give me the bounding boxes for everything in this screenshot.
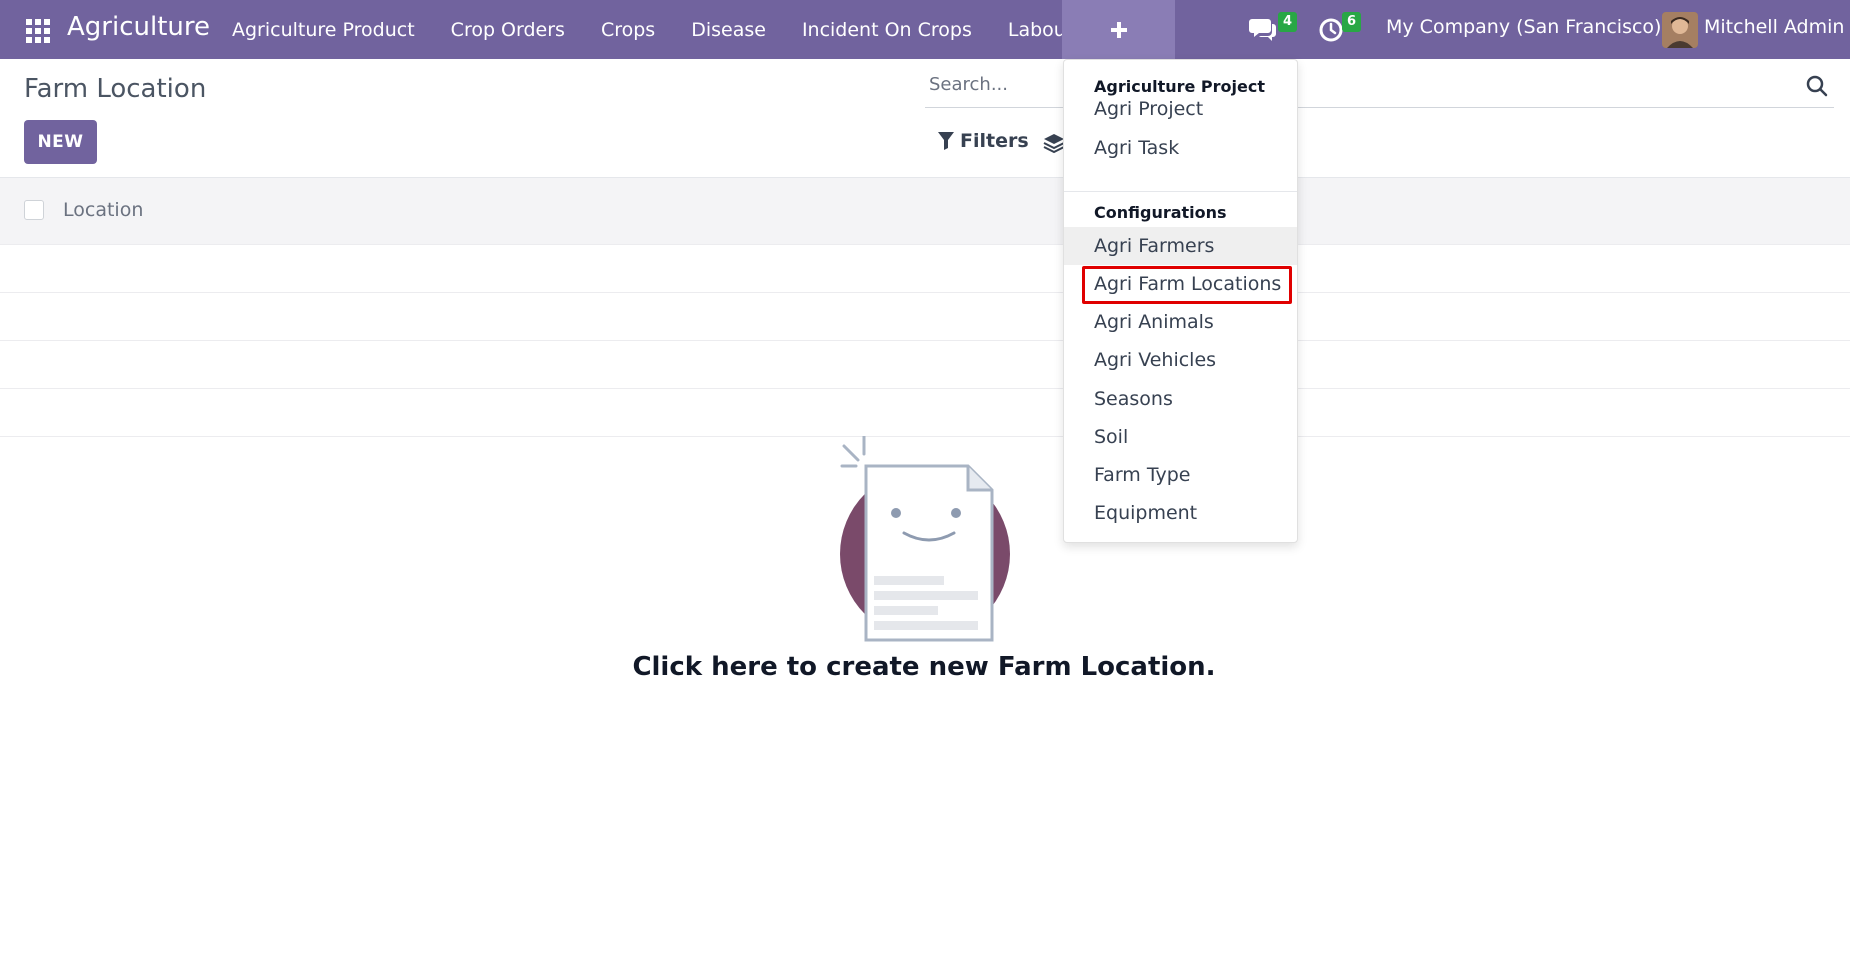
menu-crop-orders[interactable]: Crop Orders	[433, 0, 583, 59]
dropdown-item-agri-farmers[interactable]: Agri Farmers	[1064, 227, 1297, 265]
dropdown-divider	[1064, 191, 1297, 192]
new-button[interactable]: NEW	[24, 120, 97, 164]
messages-badge: 4	[1278, 12, 1298, 32]
dropdown-item-seasons[interactable]: Seasons	[1064, 380, 1297, 418]
dropdown-item-agri-project[interactable]: Agri Project	[1064, 90, 1297, 128]
menu-disease[interactable]: Disease	[673, 0, 784, 59]
dropdown-item-soil[interactable]: Soil	[1064, 418, 1297, 456]
more-menu-button[interactable]	[1062, 0, 1175, 59]
column-location[interactable]: Location	[63, 199, 143, 221]
chat-icon[interactable]	[1248, 16, 1278, 42]
user-avatar[interactable]	[1662, 12, 1698, 48]
filters-label: Filters	[960, 130, 1029, 152]
app-brand[interactable]: Agriculture	[67, 12, 210, 42]
filters-button[interactable]: Filters	[938, 130, 1029, 152]
menu-crops[interactable]: Crops	[583, 0, 673, 59]
company-switcher[interactable]: My Company (San Francisco)	[1386, 16, 1661, 38]
search-icon[interactable]	[1805, 74, 1829, 98]
user-menu[interactable]: Mitchell Admin	[1704, 16, 1844, 38]
page-title[interactable]: Farm Location	[24, 74, 206, 104]
layers-icon[interactable]	[1043, 132, 1065, 154]
highlight-annotation-box	[1082, 266, 1292, 304]
dropdown-item-farm-type[interactable]: Farm Type	[1064, 456, 1297, 494]
dropdown-item-agri-task[interactable]: Agri Task	[1064, 129, 1297, 167]
dropdown-item-agri-animals[interactable]: Agri Animals	[1064, 303, 1297, 341]
select-all-checkbox[interactable]	[24, 200, 44, 220]
activity-clock-icon[interactable]	[1318, 17, 1344, 43]
activities-badge: 6	[1342, 12, 1362, 32]
list-header: Location	[0, 177, 1850, 244]
row-divider	[0, 388, 1850, 389]
dropdown-item-equipment[interactable]: Equipment	[1064, 494, 1297, 532]
row-divider	[0, 292, 1850, 293]
dropdown-header-configurations: Configurations	[1094, 203, 1227, 222]
search-bar[interactable]: Search...	[925, 66, 1834, 108]
dropdown-item-agri-vehicles[interactable]: Agri Vehicles	[1064, 341, 1297, 379]
row-divider	[0, 244, 1850, 245]
menu-agriculture-product[interactable]: Agriculture Product	[214, 0, 433, 59]
menu-incident-on-crops[interactable]: Incident On Crops	[784, 0, 990, 59]
row-divider	[0, 340, 1850, 341]
main-menu: Agriculture Product Crop Orders Crops Di…	[214, 0, 1102, 59]
top-navbar: Agriculture Agriculture Product Crop Ord…	[0, 0, 1850, 59]
apps-grid-icon[interactable]	[24, 17, 50, 43]
plus-icon	[1110, 21, 1127, 38]
empty-document-illustration[interactable]	[836, 436, 1016, 646]
filter-icon	[938, 132, 954, 150]
empty-state-message[interactable]: Click here to create new Farm Location.	[632, 652, 1215, 682]
search-input[interactable]: Search...	[929, 74, 1008, 95]
